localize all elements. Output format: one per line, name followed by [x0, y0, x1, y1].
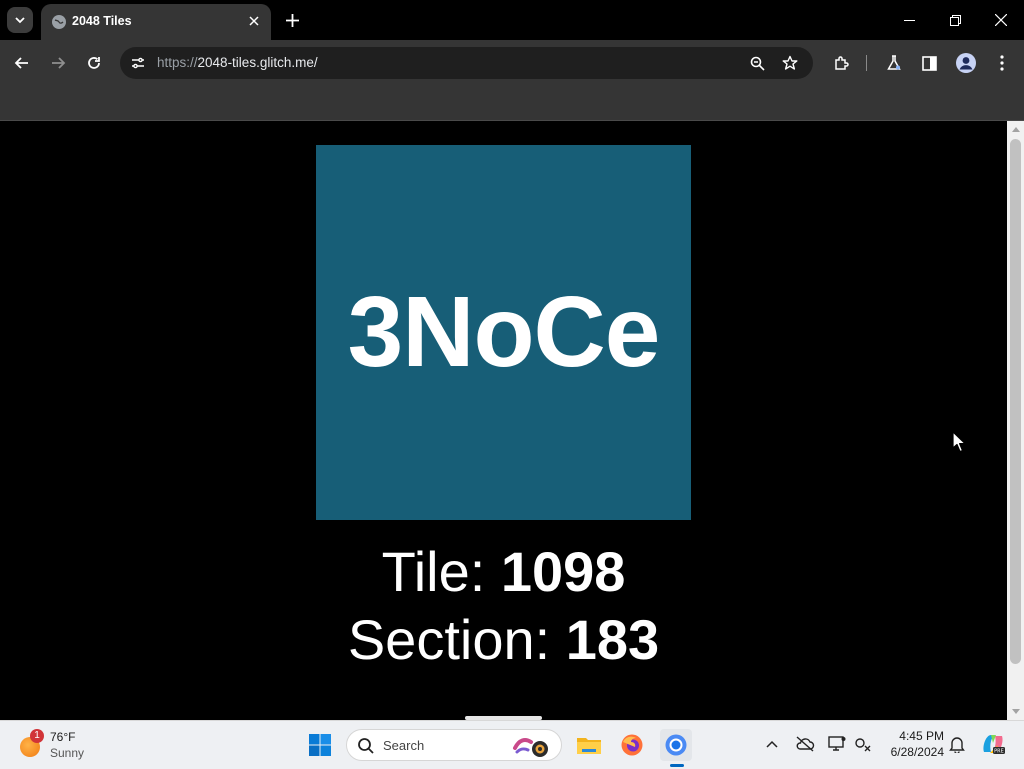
zoom-button[interactable]: [746, 52, 768, 74]
clock-time: 4:45 PM: [899, 729, 944, 743]
bell-icon: [949, 737, 965, 753]
weather-widget[interactable]: 1 76°F Sunny: [16, 727, 116, 763]
active-tab[interactable]: 2048 Tiles: [41, 4, 271, 40]
side-panel-button[interactable]: [914, 48, 944, 78]
vertical-scrollbar[interactable]: [1007, 121, 1024, 720]
tab-search-button[interactable]: [7, 7, 33, 33]
forward-icon: [52, 57, 66, 69]
page-viewport: 3NoCe Tile: 1098 Section: 183: [0, 121, 1007, 720]
chevron-up-icon: [1011, 127, 1020, 132]
copilot-button[interactable]: PRE: [980, 731, 1006, 757]
onedrive-status[interactable]: [794, 733, 816, 755]
bookmark-button[interactable]: [779, 52, 801, 74]
tile-code: 3NoCe: [347, 276, 661, 388]
copilot-icon: PRE: [983, 735, 1005, 755]
tile-number-value: 1098: [500, 540, 626, 603]
close-icon: [995, 14, 1007, 26]
extensions-icon: [834, 55, 849, 70]
windows-start-icon: [309, 734, 331, 756]
scroll-up-button[interactable]: [1007, 121, 1024, 138]
globe-icon: [52, 15, 66, 29]
section-number-label: Section:: [347, 608, 566, 671]
site-info-button[interactable]: [126, 51, 150, 75]
star-icon: [782, 55, 798, 70]
search-label: Search: [383, 738, 425, 753]
tile-number-label: Tile:: [381, 540, 501, 603]
plus-icon: [285, 13, 299, 27]
url-scheme: https://: [157, 55, 198, 70]
search-highlight-icon: [513, 738, 548, 757]
tile-image: 3NoCe: [316, 145, 691, 520]
mouse-cursor-icon: [952, 431, 966, 453]
chevron-up-icon: [766, 740, 778, 748]
url-host: 2048-tiles.glitch.me/: [197, 55, 318, 70]
weather-temperature: 76°F: [50, 730, 76, 744]
windows-taskbar: 1 76°F Sunny Search 4:45 PM 6/28/2024 PR…: [0, 720, 1024, 769]
network-icon: [855, 738, 871, 752]
section-number-value: 183: [565, 608, 660, 671]
side-panel-icon: [921, 55, 937, 71]
forward-button[interactable]: [43, 48, 73, 78]
notification-badge: 1: [30, 729, 44, 743]
search-icon: [358, 738, 374, 754]
zoom-icon: [750, 56, 765, 71]
menu-button[interactable]: [987, 48, 1017, 78]
display-status[interactable]: [826, 733, 848, 755]
cloud-off-icon: [796, 736, 815, 752]
tab-search-icon: [15, 17, 25, 24]
minimize-icon: [903, 19, 915, 21]
taskbar-firefox[interactable]: [616, 729, 648, 761]
svg-text:PRE: PRE: [994, 749, 1004, 755]
network-status[interactable]: [852, 733, 874, 755]
taskbar-search-box[interactable]: Search: [346, 729, 562, 761]
file-explorer-icon: [577, 738, 601, 754]
firefox-icon: [621, 734, 643, 756]
taskbar-chrome[interactable]: [660, 729, 692, 761]
reload-button[interactable]: [79, 48, 109, 78]
toolbar-separator: [866, 55, 867, 71]
browser-toolbar: https://2048-tiles.glitch.me/: [0, 40, 1024, 86]
weather-condition: Sunny: [50, 746, 85, 760]
reload-icon: [88, 57, 100, 69]
back-button[interactable]: [7, 48, 37, 78]
restore-icon: [949, 14, 961, 26]
site-info-icon: [132, 57, 144, 69]
extensions-button[interactable]: [826, 48, 856, 78]
tab-strip: 2048 Tiles: [0, 0, 1024, 40]
address-bar[interactable]: https://2048-tiles.glitch.me/: [120, 47, 813, 79]
profile-button[interactable]: [951, 48, 981, 78]
start-button[interactable]: [304, 729, 336, 761]
bookmarks-bar: [0, 86, 1024, 121]
profile-icon: [956, 53, 976, 73]
back-icon: [14, 57, 28, 69]
show-hidden-icons-button[interactable]: [761, 733, 783, 755]
tab-title: 2048 Tiles: [72, 14, 132, 28]
chevron-down-icon: [1011, 709, 1020, 714]
restore-button[interactable]: [932, 0, 978, 40]
url-text[interactable]: https://2048-tiles.glitch.me/: [157, 55, 318, 70]
tab-close-button[interactable]: [245, 12, 263, 30]
notifications-button[interactable]: [946, 733, 968, 755]
section-number-line: Section: 183: [0, 607, 1007, 672]
labs-button[interactable]: [879, 48, 909, 78]
menu-icon: [1000, 55, 1004, 71]
labs-icon: [887, 55, 901, 70]
display-icon: [828, 736, 846, 751]
taskbar-file-explorer[interactable]: [573, 729, 605, 761]
window-close-button[interactable]: [978, 0, 1024, 40]
tile-number-line: Tile: 1098: [0, 539, 1007, 604]
new-tab-button[interactable]: [281, 9, 303, 31]
close-icon: [249, 16, 259, 26]
scrollbar-thumb[interactable]: [1010, 139, 1021, 664]
scroll-down-button[interactable]: [1007, 703, 1024, 720]
chrome-icon: [665, 734, 687, 756]
system-clock[interactable]: 4:45 PM 6/28/2024: [880, 728, 944, 760]
active-app-indicator: [670, 764, 684, 767]
minimize-button[interactable]: [886, 0, 932, 40]
clock-date: 6/28/2024: [890, 745, 944, 759]
